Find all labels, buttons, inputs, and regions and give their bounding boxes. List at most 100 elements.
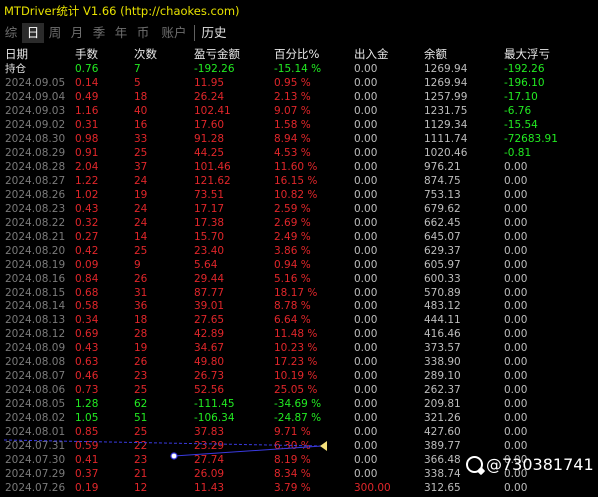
cell-pnl: 17.38 [194, 216, 225, 229]
table-row: 2024.08.09 0.43 19 34.67 10.23 % 0.00 373.57 0.… [0, 342, 598, 356]
cell-date: 2024.08.06 [5, 384, 66, 397]
cell-percent: 2.69 % [274, 216, 311, 229]
cell-max-drawdown: 0.00 [504, 202, 528, 215]
window-title: MTDriver统计 V1.66 (http://chaokes.com) [4, 4, 240, 18]
cell-date: 2024.09.03 [5, 104, 66, 117]
cell-percent: 10.23 % [274, 342, 318, 355]
cell-lots: 0.98 [75, 132, 99, 145]
cell-balance: 662.45 [424, 216, 461, 229]
cell-lots: 0.19 [75, 482, 99, 495]
cell-balance: 570.89 [424, 286, 461, 299]
tab-summary[interactable]: 综 [0, 23, 22, 43]
cell-balance: 427.60 [424, 426, 461, 439]
cell-max-drawdown: -17.10 [504, 90, 538, 103]
tab-week[interactable]: 周 [44, 23, 66, 43]
cell-count: 18 [134, 90, 148, 103]
cell-percent: 5.16 % [274, 272, 311, 285]
cell-max-drawdown: 0.00 [504, 370, 528, 383]
cell-percent: 8.94 % [274, 132, 311, 145]
cell-percent: 16.15 % [274, 174, 318, 187]
tab-day[interactable]: 日 [22, 23, 44, 43]
cell-deposit-withdraw: 0.00 [354, 342, 378, 355]
cell-count: 62 [134, 398, 148, 411]
cell-lots: 0.58 [75, 300, 99, 313]
cell-count: 7 [134, 63, 141, 75]
cell-percent: 0.94 % [274, 258, 311, 271]
col-count: 次数 [134, 47, 157, 61]
table-row: 2024.08.07 0.46 23 26.73 10.19 % 0.00 289.10 0.… [0, 370, 598, 384]
cell-pnl: 73.51 [194, 188, 225, 201]
cell-balance: 483.12 [424, 300, 461, 313]
cell-lots: 1.22 [75, 174, 99, 187]
cell-count: 25 [134, 384, 148, 397]
cell-deposit-withdraw: 0.00 [354, 118, 378, 131]
cell-count: 26 [134, 272, 148, 285]
cell-max-drawdown: -15.54 [504, 118, 538, 131]
cell-max-drawdown: -196.10 [504, 76, 545, 89]
cell-deposit-withdraw: 0.00 [354, 398, 378, 411]
cell-count: 25 [134, 146, 148, 159]
cell-max-drawdown: 0.00 [504, 412, 528, 425]
cell-pnl: -106.34 [194, 412, 235, 425]
cell-percent: -15.14 % [274, 63, 322, 75]
cell-percent: 8.78 % [274, 300, 311, 313]
cell-percent: 4.53 % [274, 146, 311, 159]
cell-deposit-withdraw: 0.00 [354, 300, 378, 313]
cell-date: 2024.08.01 [5, 426, 66, 439]
table-row: 2024.08.26 1.02 19 73.51 10.82 % 0.00 753.13 0.… [0, 189, 598, 203]
period-tabs: 综 日 周 月 季 年 币 账户 历史 [0, 23, 598, 43]
cell-date: 2024.08.15 [5, 286, 66, 299]
cell-lots: 2.04 [75, 160, 99, 173]
cell-count: 26 [134, 356, 148, 369]
col-deposit-withdraw: 出入金 [354, 47, 389, 61]
cell-deposit-withdraw: 0.00 [354, 244, 378, 257]
cell-deposit-withdraw: 0.00 [354, 174, 378, 187]
cell-count: 21 [134, 468, 148, 481]
cell-percent: 2.13 % [274, 90, 311, 103]
tab-history[interactable]: 历史 [198, 23, 230, 43]
cell-balance: 1111.74 [424, 132, 468, 145]
table-row: 2024.08.20 0.42 25 23.40 3.86 % 0.00 629.37 0.0… [0, 245, 598, 259]
cell-date: 2024.08.26 [5, 188, 66, 201]
table-row: 2024.08.15 0.68 31 87.77 18.17 % 0.00 570.89 0.… [0, 287, 598, 301]
cell-max-drawdown: 0.00 [504, 258, 528, 271]
cell-balance: 1231.75 [424, 104, 468, 117]
cell-count: 23 [134, 370, 148, 383]
tab-account[interactable]: 账户 [158, 23, 190, 43]
cell-lots: 0.85 [75, 426, 99, 439]
cell-balance: 629.37 [424, 244, 461, 257]
tab-currency[interactable]: 币 [132, 23, 154, 43]
tab-quarter[interactable]: 季 [88, 23, 110, 43]
cell-max-drawdown: 0.00 [504, 160, 528, 173]
col-max-drawdown: 最大浮亏 [504, 47, 550, 61]
col-date: 日期 [5, 47, 28, 61]
cell-max-drawdown: 0.00 [504, 188, 528, 201]
table-row: 2024.08.02 1.05 51 -106.34 -24.87 % 0.00 321.2… [0, 412, 598, 426]
cell-pnl: 11.43 [194, 482, 225, 495]
cell-balance: 605.97 [424, 258, 461, 271]
cell-percent: 9.71 % [274, 426, 311, 439]
table-row: 2024.09.02 0.31 16 17.60 1.58 % 0.00 1129.34 -1… [0, 119, 598, 133]
cell-deposit-withdraw: 0.00 [354, 314, 378, 327]
tab-month[interactable]: 月 [66, 23, 88, 43]
table-row: 2024.08.08 0.63 26 49.80 17.23 % 0.00 338.90 0.… [0, 356, 598, 370]
cell-max-drawdown: 0.00 [504, 216, 528, 229]
cell-date: 2024.08.16 [5, 272, 66, 285]
cell-max-drawdown: -192.26 [504, 63, 545, 75]
cell-percent: 2.59 % [274, 202, 311, 215]
cell-pnl: 39.01 [194, 300, 225, 313]
col-pnl: 盈亏金额 [194, 47, 240, 61]
cell-count: 28 [134, 328, 148, 341]
table-row: 2024.08.19 0.09 9 5.64 0.94 % 0.00 605.97 0.00 [0, 259, 598, 273]
col-balance: 余额 [424, 47, 447, 61]
cell-pnl: 37.83 [194, 426, 225, 439]
table-row: 2024.09.03 1.16 40 102.41 9.07 % 0.00 1231.75 -… [0, 105, 598, 119]
tab-year[interactable]: 年 [110, 23, 132, 43]
cell-date: 2024.07.30 [5, 454, 66, 467]
cell-lots: 0.68 [75, 286, 99, 299]
cell-max-drawdown: 0.00 [504, 328, 528, 341]
cell-date: 2024.08.21 [5, 230, 66, 243]
cell-pnl: 27.65 [194, 314, 225, 327]
cell-date: 2024.08.05 [5, 398, 66, 411]
cell-date: 2024.08.19 [5, 258, 66, 271]
